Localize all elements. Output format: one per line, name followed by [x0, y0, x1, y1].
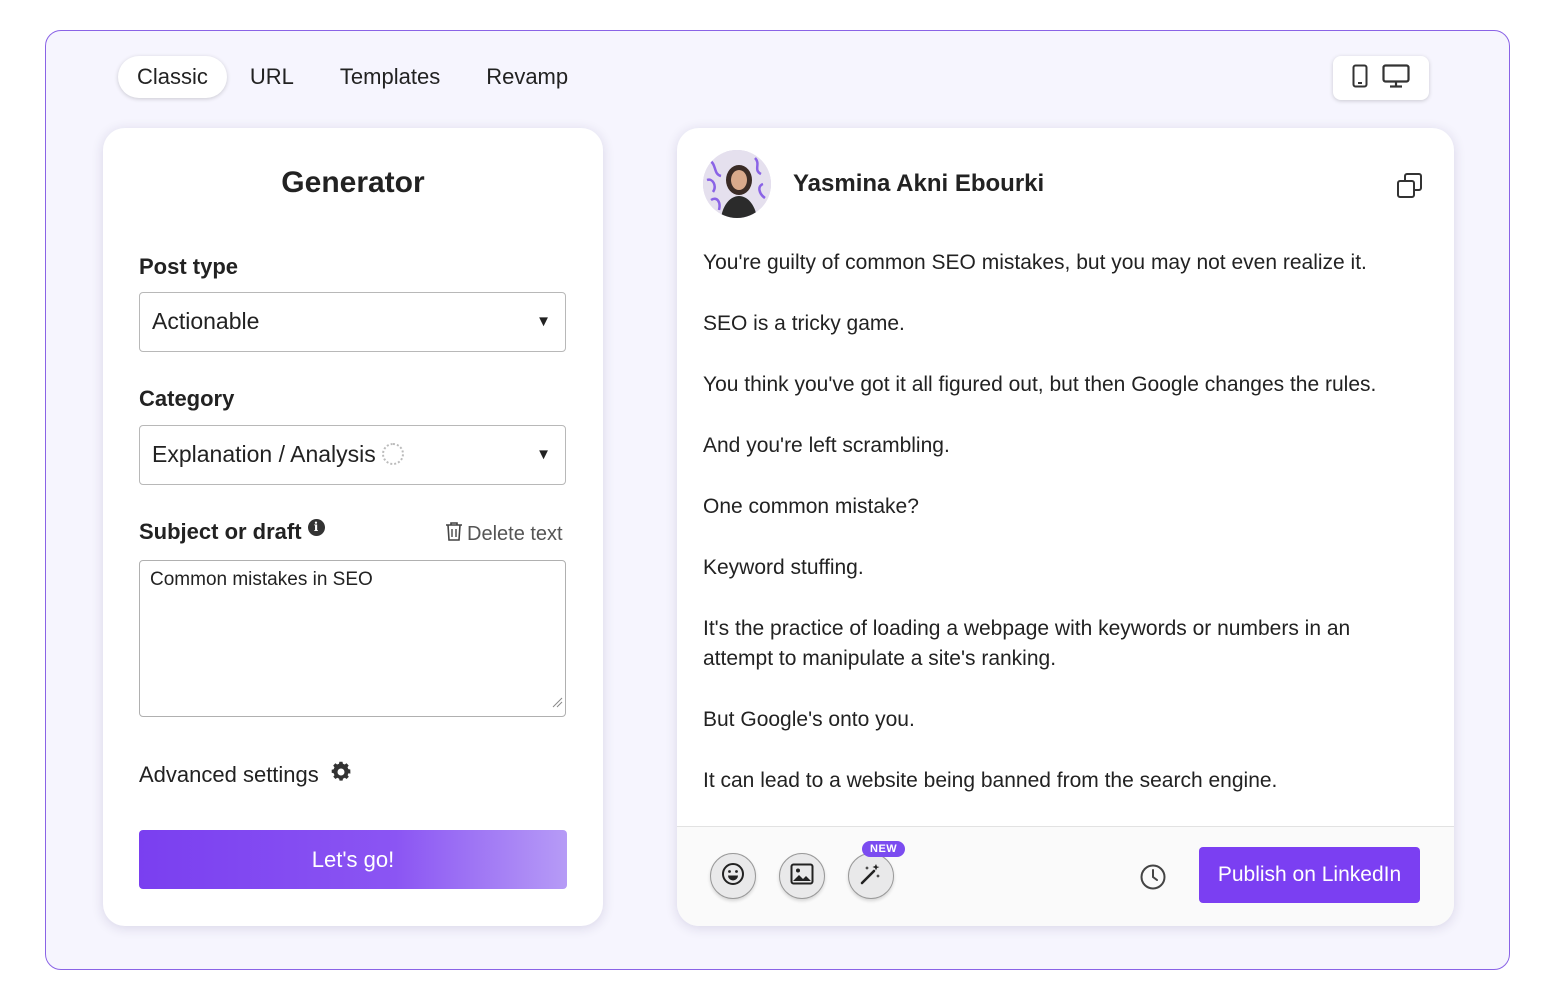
- delete-text-button[interactable]: Delete text: [445, 521, 563, 548]
- publish-linkedin-button[interactable]: Publish on LinkedIn: [1199, 847, 1420, 903]
- post-paragraph: But Google's onto you.: [703, 708, 915, 731]
- gear-icon: [329, 760, 353, 790]
- image-button[interactable]: [779, 853, 825, 899]
- subject-textarea[interactable]: Common mistakes in SEO: [139, 560, 566, 717]
- emoji-button[interactable]: [710, 853, 756, 899]
- tab-url[interactable]: URL: [227, 56, 317, 98]
- post-type-label: Post type: [139, 254, 239, 279]
- magic-wand-icon: [859, 862, 883, 891]
- author-name: Yasmina Akni Ebourki: [793, 170, 1045, 197]
- ai-rewrite-button[interactable]: [848, 853, 894, 899]
- category-value: Explanation / Analysis: [152, 441, 376, 467]
- mode-tabs: Classic URL Templates Revamp: [118, 56, 591, 98]
- post-paragraph: Keyword stuffing.: [703, 556, 864, 579]
- lets-go-button[interactable]: Let's go!: [139, 830, 567, 889]
- tab-classic[interactable]: Classic: [118, 56, 227, 98]
- dropdown-arrow-icon: ▼: [536, 313, 551, 330]
- tab-templates[interactable]: Templates: [317, 56, 463, 98]
- post-preview-panel: Yasmina Akni Ebourki You're guilty of co…: [677, 128, 1454, 926]
- post-paragraph: And you're left scrambling.: [703, 434, 950, 457]
- post-paragraph: It can lead to a website being banned fr…: [703, 769, 1278, 792]
- advanced-settings-label: Advanced settings: [139, 762, 319, 787]
- loading-spinner-icon: [381, 442, 404, 465]
- post-type-value: Actionable: [152, 308, 260, 334]
- schedule-clock-icon[interactable]: [1139, 863, 1167, 896]
- post-paragraph: You're guilty of common SEO mistakes, bu…: [703, 251, 1367, 274]
- subject-value: Common mistakes in SEO: [150, 569, 373, 590]
- trash-icon: [445, 521, 463, 548]
- post-paragraph: It's the practice of loading a webpage w…: [703, 617, 1351, 670]
- post-toolbar: NEW Publish on LinkedIn: [677, 826, 1454, 926]
- desktop-icon[interactable]: [1382, 63, 1410, 93]
- post-type-select[interactable]: Actionable ▼: [139, 292, 566, 352]
- new-badge: NEW: [862, 841, 906, 857]
- subject-label: Subject or draft i: [139, 519, 325, 545]
- resize-handle-icon[interactable]: [551, 692, 563, 714]
- post-paragraph: You think you've got it all figured out,…: [703, 373, 1377, 396]
- generator-title: Generator: [281, 166, 425, 199]
- post-author: Yasmina Akni Ebourki: [703, 150, 1044, 218]
- post-body: You're guilty of common SEO mistakes, bu…: [703, 248, 1423, 827]
- avatar: [703, 150, 771, 218]
- subject-label-text: Subject or draft: [139, 519, 302, 544]
- info-icon[interactable]: i: [307, 519, 325, 536]
- post-paragraph: One common mistake?: [703, 495, 919, 518]
- copy-icon[interactable]: [1396, 172, 1424, 205]
- advanced-settings-toggle[interactable]: Advanced settings: [139, 760, 353, 790]
- post-paragraph: SEO is a tricky game.: [703, 312, 905, 335]
- emoji-icon: [721, 862, 745, 891]
- dropdown-arrow-icon: ▼: [536, 446, 551, 463]
- tab-revamp[interactable]: Revamp: [463, 56, 591, 98]
- mobile-icon[interactable]: [1352, 64, 1368, 93]
- generator-panel: Generator Post type Actionable ▼ Categor…: [103, 128, 603, 926]
- image-icon: [790, 863, 814, 890]
- delete-text-label: Delete text: [467, 523, 563, 545]
- category-label: Category: [139, 386, 235, 411]
- device-toggle: [1333, 56, 1429, 100]
- category-select[interactable]: Explanation / Analysis ▼: [139, 425, 566, 485]
